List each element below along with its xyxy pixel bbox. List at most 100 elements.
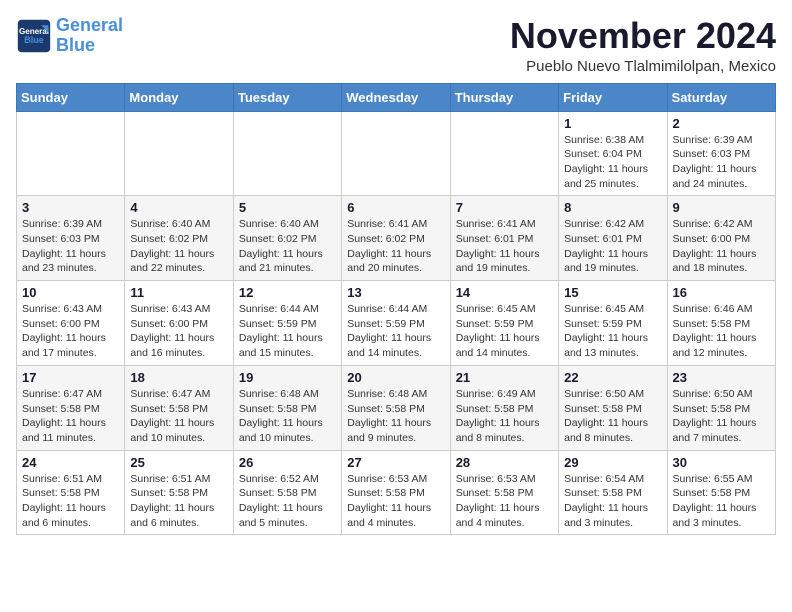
calendar-cell: 5Sunrise: 6:40 AM Sunset: 6:02 PM Daylig… (233, 196, 341, 281)
calendar-table: SundayMondayTuesdayWednesdayThursdayFrid… (16, 83, 776, 536)
calendar-cell: 9 Sunrise: 6:42 AM Sunset: 6:00 PM Daylig… (667, 196, 775, 281)
day-number: 15 (564, 285, 661, 300)
day-number: 16 (673, 285, 770, 300)
day-info: Sunrise: 6:41 AM Sunset: 6:01 PM Dayligh… (456, 217, 553, 276)
day-number: 13 (347, 285, 444, 300)
calendar-cell: 19 Sunrise: 6:48 AM Sunset: 5:58 PM Dayli… (233, 365, 341, 450)
day-number: 28 (456, 455, 553, 470)
day-number: 8 (564, 200, 661, 215)
calendar-cell: 12 Sunrise: 6:44 AM Sunset: 5:59 PM Dayli… (233, 281, 341, 366)
day-number: 25 (130, 455, 227, 470)
weekday-header-saturday: Saturday (667, 83, 775, 111)
weekday-header-sunday: Sunday (17, 83, 125, 111)
day-number: 3 (22, 200, 119, 215)
day-info: Sunrise: 6:42 AM Sunset: 6:00 PM Dayligh… (673, 217, 770, 276)
weekday-header-friday: Friday (559, 83, 667, 111)
day-info: Sunrise: 6:47 AM Sunset: 5:58 PM Dayligh… (130, 387, 227, 446)
calendar-cell: 6 Sunrise: 6:41 AM Sunset: 6:02 PM Daylig… (342, 196, 450, 281)
calendar-cell: 28 Sunrise: 6:53 AM Sunset: 5:58 PM Dayli… (450, 450, 558, 535)
calendar-cell: 21 Sunrise: 6:49 AM Sunset: 5:58 PM Dayli… (450, 365, 558, 450)
calendar-cell: 20 Sunrise: 6:48 AM Sunset: 5:58 PM Dayli… (342, 365, 450, 450)
calendar-cell: 3 Sunrise: 6:39 AM Sunset: 6:03 PM Daylig… (17, 196, 125, 281)
day-info: Sunrise: 6:55 AM Sunset: 5:58 PM Dayligh… (673, 472, 770, 531)
week-row-3: 10 Sunrise: 6:43 AM Sunset: 6:00 PM Dayli… (17, 281, 776, 366)
day-info: Sunrise: 6:43 AM Sunset: 6:00 PM Dayligh… (22, 302, 119, 361)
day-info: Sunrise: 6:54 AM Sunset: 5:58 PM Dayligh… (564, 472, 661, 531)
day-info: Sunrise: 6:50 AM Sunset: 5:58 PM Dayligh… (564, 387, 661, 446)
day-info: Sunrise: 6:44 AM Sunset: 5:59 PM Dayligh… (347, 302, 444, 361)
calendar-cell: 2Sunrise: 6:39 AM Sunset: 6:03 PM Daylig… (667, 111, 775, 196)
day-info: Sunrise: 6:38 AM Sunset: 6:04 PM Dayligh… (564, 133, 661, 192)
day-info: Sunrise: 6:40 AM Sunset: 6:02 PM Dayligh… (130, 217, 227, 276)
day-info: Sunrise: 6:39 AM Sunset: 6:03 PM Dayligh… (22, 217, 119, 276)
calendar-cell (342, 111, 450, 196)
calendar-cell: 4 Sunrise: 6:40 AM Sunset: 6:02 PM Daylig… (125, 196, 233, 281)
day-info: Sunrise: 6:53 AM Sunset: 5:58 PM Dayligh… (347, 472, 444, 531)
day-info: Sunrise: 6:51 AM Sunset: 5:58 PM Dayligh… (130, 472, 227, 531)
day-number: 26 (239, 455, 336, 470)
day-info: Sunrise: 6:43 AM Sunset: 6:00 PM Dayligh… (130, 302, 227, 361)
calendar-cell: 8Sunrise: 6:42 AM Sunset: 6:01 PM Daylig… (559, 196, 667, 281)
day-info: Sunrise: 6:46 AM Sunset: 5:58 PM Dayligh… (673, 302, 770, 361)
day-info: Sunrise: 6:52 AM Sunset: 5:58 PM Dayligh… (239, 472, 336, 531)
day-number: 27 (347, 455, 444, 470)
day-info: Sunrise: 6:47 AM Sunset: 5:58 PM Dayligh… (22, 387, 119, 446)
calendar-cell: 26 Sunrise: 6:52 AM Sunset: 5:58 PM Dayli… (233, 450, 341, 535)
weekday-header-tuesday: Tuesday (233, 83, 341, 111)
day-number: 14 (456, 285, 553, 300)
week-row-1: 1Sunrise: 6:38 AM Sunset: 6:04 PM Daylig… (17, 111, 776, 196)
day-number: 18 (130, 370, 227, 385)
calendar-cell: 22 Sunrise: 6:50 AM Sunset: 5:58 PM Dayli… (559, 365, 667, 450)
day-info: Sunrise: 6:48 AM Sunset: 5:58 PM Dayligh… (239, 387, 336, 446)
day-number: 9 (673, 200, 770, 215)
logo-icon: General Blue (16, 18, 52, 54)
day-number: 7 (456, 200, 553, 215)
day-info: Sunrise: 6:39 AM Sunset: 6:03 PM Dayligh… (673, 133, 770, 192)
day-number: 22 (564, 370, 661, 385)
day-info: Sunrise: 6:41 AM Sunset: 6:02 PM Dayligh… (347, 217, 444, 276)
calendar-cell (233, 111, 341, 196)
day-number: 5 (239, 200, 336, 215)
logo: General Blue General Blue (16, 16, 123, 56)
day-info: Sunrise: 6:48 AM Sunset: 5:58 PM Dayligh… (347, 387, 444, 446)
svg-text:Blue: Blue (24, 35, 44, 45)
day-info: Sunrise: 6:45 AM Sunset: 5:59 PM Dayligh… (456, 302, 553, 361)
day-number: 10 (22, 285, 119, 300)
day-info: Sunrise: 6:49 AM Sunset: 5:58 PM Dayligh… (456, 387, 553, 446)
page-header: General Blue General Blue November 2024 … (16, 16, 776, 75)
weekday-header-row: SundayMondayTuesdayWednesdayThursdayFrid… (17, 83, 776, 111)
calendar-cell: 11 Sunrise: 6:43 AM Sunset: 6:00 PM Dayli… (125, 281, 233, 366)
day-number: 19 (239, 370, 336, 385)
day-number: 11 (130, 285, 227, 300)
week-row-5: 24Sunrise: 6:51 AM Sunset: 5:58 PM Dayli… (17, 450, 776, 535)
weekday-header-wednesday: Wednesday (342, 83, 450, 111)
week-row-4: 17 Sunrise: 6:47 AM Sunset: 5:58 PM Dayli… (17, 365, 776, 450)
calendar-cell: 17 Sunrise: 6:47 AM Sunset: 5:58 PM Dayli… (17, 365, 125, 450)
day-number: 6 (347, 200, 444, 215)
weekday-header-thursday: Thursday (450, 83, 558, 111)
calendar-cell: 29 Sunrise: 6:54 AM Sunset: 5:58 PM Dayli… (559, 450, 667, 535)
weekday-header-monday: Monday (125, 83, 233, 111)
day-info: Sunrise: 6:45 AM Sunset: 5:59 PM Dayligh… (564, 302, 661, 361)
day-info: Sunrise: 6:51 AM Sunset: 5:58 PM Dayligh… (22, 472, 119, 531)
calendar-cell: 25 Sunrise: 6:51 AM Sunset: 5:58 PM Dayli… (125, 450, 233, 535)
calendar-cell: 27 Sunrise: 6:53 AM Sunset: 5:58 PM Dayli… (342, 450, 450, 535)
day-info: Sunrise: 6:53 AM Sunset: 5:58 PM Dayligh… (456, 472, 553, 531)
day-number: 17 (22, 370, 119, 385)
calendar-cell: 16 Sunrise: 6:46 AM Sunset: 5:58 PM Dayli… (667, 281, 775, 366)
month-title: November 2024 (510, 16, 776, 56)
calendar-cell (450, 111, 558, 196)
day-info: Sunrise: 6:44 AM Sunset: 5:59 PM Dayligh… (239, 302, 336, 361)
calendar-cell: 1Sunrise: 6:38 AM Sunset: 6:04 PM Daylig… (559, 111, 667, 196)
calendar-cell (125, 111, 233, 196)
calendar-cell: 23Sunrise: 6:50 AM Sunset: 5:58 PM Dayli… (667, 365, 775, 450)
day-number: 21 (456, 370, 553, 385)
day-number: 20 (347, 370, 444, 385)
day-number: 12 (239, 285, 336, 300)
day-number: 30 (673, 455, 770, 470)
week-row-2: 3 Sunrise: 6:39 AM Sunset: 6:03 PM Daylig… (17, 196, 776, 281)
day-number: 29 (564, 455, 661, 470)
title-block: November 2024 Pueblo Nuevo Tlalmimilolpa… (510, 16, 776, 75)
day-number: 4 (130, 200, 227, 215)
day-number: 23 (673, 370, 770, 385)
